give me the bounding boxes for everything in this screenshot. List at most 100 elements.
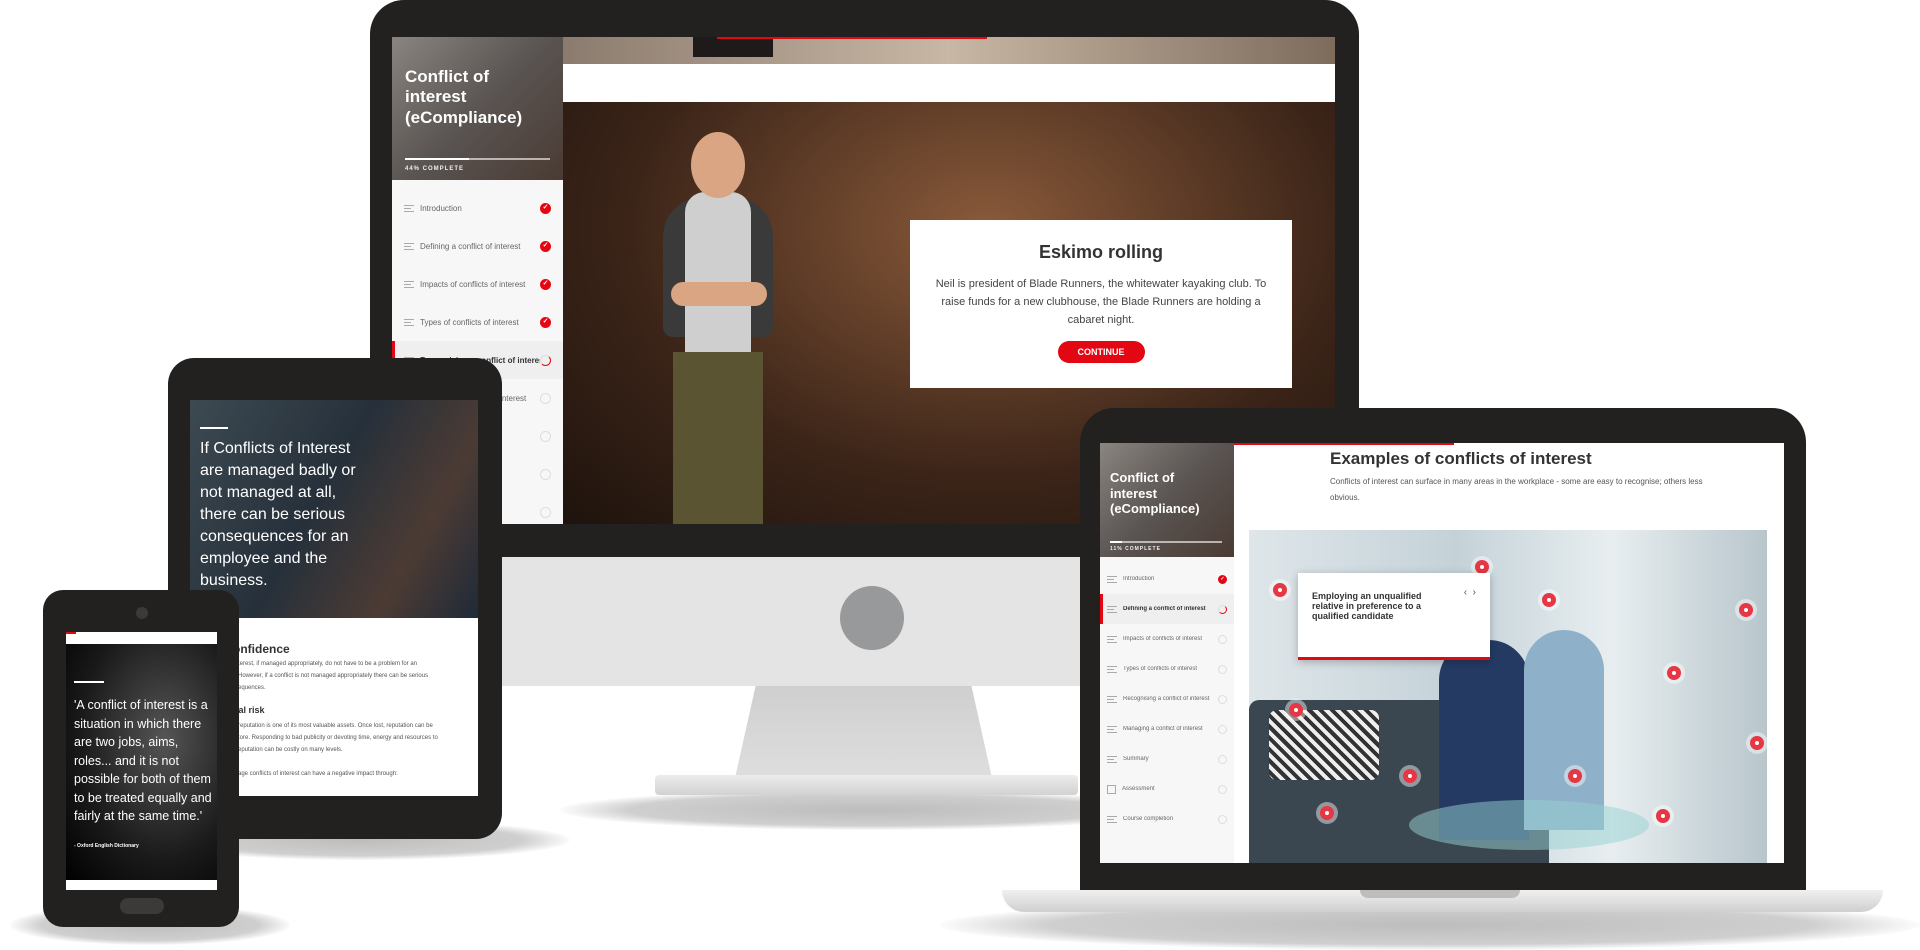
character-pants <box>673 352 763 524</box>
sidebar-item-label: Summary <box>1123 756 1149 762</box>
section-heading: onfidence <box>233 642 290 656</box>
sidebar-item[interactable]: Impacts of conflicts of interest ✓ <box>392 265 563 303</box>
lesson-lines-icon <box>1107 605 1117 613</box>
course-title: Conflict of interest (eCompliance) <box>1110 470 1200 517</box>
scenario-dialog: Eskimo rolling Neil is president of Blad… <box>910 220 1292 388</box>
check-circle-icon: ✓ <box>1218 574 1227 584</box>
check-circle-icon: ✓ <box>540 202 551 214</box>
progress-label: 11% COMPLETE <box>1110 546 1161 552</box>
previous-section-image <box>563 37 1335 64</box>
monitor-base <box>655 775 1078 795</box>
hero-text: If Conflicts of Interest are managed bad… <box>200 440 356 589</box>
quote-source: - Oxford English Dictionary <box>74 843 139 849</box>
section-paragraph: reputation is one of its most valuable a… <box>238 723 438 753</box>
hotspot-marker[interactable] <box>1402 769 1417 784</box>
hotspot-marker[interactable] <box>1666 666 1681 681</box>
sidebar-item[interactable]: Summary <box>1100 744 1234 774</box>
hotspot-marker[interactable] <box>1656 809 1671 824</box>
course-title: Conflict of interest (eCompliance) <box>405 67 523 127</box>
sidebar-item-label: Types of conflicts of interest <box>1123 666 1198 672</box>
lesson-lines-icon <box>1107 815 1117 823</box>
hotspot-marker[interactable] <box>1319 806 1334 821</box>
hotspot-marker[interactable] <box>1749 736 1764 751</box>
page-progress-bar <box>717 37 987 39</box>
sidebar-item[interactable]: Defining a conflict of interest ✓ <box>392 227 563 265</box>
phone-screen: 'A conflict of interest is a situation i… <box>66 632 217 890</box>
empty-circle-icon <box>540 430 551 442</box>
sidebar-item-label: Types of conflicts of interest <box>420 317 519 327</box>
hotspot-marker[interactable] <box>1288 702 1303 717</box>
sidebar-item[interactable]: Types of conflicts of interest <box>1100 654 1234 684</box>
sidebar-item[interactable]: Introduction ✓ <box>392 189 563 227</box>
character-crossed-arms <box>671 282 767 306</box>
cushion <box>1269 710 1379 780</box>
laptop-notch <box>1360 890 1520 898</box>
progress-bar <box>405 158 550 160</box>
chevron-right-icon[interactable]: › <box>1473 587 1476 598</box>
empty-circle-icon <box>1218 814 1227 824</box>
check-circle-icon: ✓ <box>540 316 551 328</box>
hotspot-marker[interactable] <box>1542 592 1557 607</box>
course-header: Conflict of interest (eCompliance) 11% C… <box>1100 443 1234 557</box>
empty-circle-icon <box>1218 664 1227 674</box>
page-progress-bar <box>66 632 76 634</box>
sidebar-item-label: Introduction <box>1123 576 1155 582</box>
sidebar-item[interactable]: Assessment <box>1100 774 1234 804</box>
phone-camera <box>136 607 148 619</box>
hotspot-marker[interactable] <box>1273 582 1288 597</box>
sidebar-item[interactable]: Introduction ✓ <box>1100 564 1234 594</box>
lesson-lines-icon <box>1107 665 1117 673</box>
quote-text: 'A conflict of interest is a situation i… <box>74 698 212 823</box>
hotspot-marker[interactable] <box>1739 602 1754 617</box>
phone-home-button[interactable] <box>120 898 164 914</box>
character-head <box>691 132 745 198</box>
progress-bar <box>1110 541 1222 543</box>
glass-table <box>1409 800 1649 850</box>
empty-circle-icon <box>1218 634 1227 644</box>
lesson-lines-icon <box>1107 695 1117 703</box>
lesson-lines-icon <box>1107 755 1117 763</box>
hero-rule <box>200 427 228 429</box>
sidebar-item[interactable]: Managing a conflict of interest <box>1100 714 1234 744</box>
sidebar-item-label: Defining a conflict of interest <box>1123 606 1206 612</box>
hotspot-image: Employing an unqualified relative in pre… <box>1249 530 1767 863</box>
sidebar-item[interactable]: Defining a conflict of interest <box>1100 594 1234 624</box>
laptop-screen: Conflict of interest (eCompliance) 11% C… <box>1100 443 1784 863</box>
lesson-lines-icon <box>404 242 414 250</box>
tablet-hero-image: If Conflicts of Interest are managed bad… <box>190 400 478 618</box>
progress-ring-icon <box>540 354 551 366</box>
sidebar-item-label: Recognising a conflict of interest <box>1123 696 1210 702</box>
monitor-logo <box>840 586 904 650</box>
quote-image: 'A conflict of interest is a situation i… <box>66 644 217 880</box>
sidebar-item[interactable]: Recognising a conflict of interest <box>1100 684 1234 714</box>
section-paragraph: terest, if managed appropriately, do not… <box>238 661 429 691</box>
empty-circle-icon <box>1218 754 1227 764</box>
course-sidebar: Conflict of interest (eCompliance) 11% C… <box>1100 443 1234 863</box>
sidebar-item-label: Impacts of conflicts of interest <box>1123 636 1203 642</box>
lesson-lines-icon <box>1107 635 1117 643</box>
empty-circle-icon <box>540 392 551 404</box>
lesson-lines-icon <box>404 318 414 326</box>
sidebar-item[interactable]: Course completion <box>1100 804 1234 834</box>
page-progress-bar <box>1234 443 1454 445</box>
empty-circle-icon <box>1218 784 1227 794</box>
continue-button[interactable]: CONTINUE <box>1057 341 1145 363</box>
empty-circle-icon <box>1218 724 1227 734</box>
lesson-lines-icon <box>1107 725 1117 733</box>
empty-circle-icon <box>540 468 551 480</box>
sidebar-item-label: Course completion <box>1123 816 1174 822</box>
sidebar-item[interactable]: Types of conflicts of interest ✓ <box>392 303 563 341</box>
progress-ring-icon <box>1218 604 1227 614</box>
sidebar-item[interactable]: Impacts of conflicts of interest <box>1100 624 1234 654</box>
sidebar-item-label: Assessment <box>1122 786 1155 792</box>
question-box-icon <box>1107 784 1116 794</box>
popup-text: Employing an unqualified relative in pre… <box>1312 591 1422 621</box>
lesson-lines-icon <box>404 280 414 288</box>
lesson-lines-icon <box>404 204 414 212</box>
check-circle-icon: ✓ <box>540 240 551 252</box>
empty-circle-icon <box>540 506 551 518</box>
hotspot-marker[interactable] <box>1475 559 1490 574</box>
chevron-left-icon[interactable]: ‹ <box>1464 587 1467 598</box>
monitor-stand <box>735 686 992 778</box>
page-description: Conflicts of interest can surface in man… <box>1330 477 1703 502</box>
